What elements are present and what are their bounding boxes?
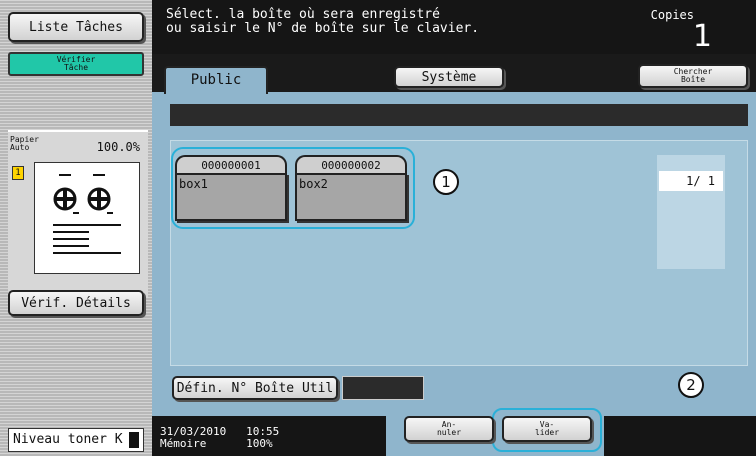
box-list: 000000001 box1 000000002 box2 1 1/ 1 xyxy=(170,140,748,366)
user-box-item[interactable]: 000000002 box2 xyxy=(295,155,407,221)
check-job-label-line2: Tâche xyxy=(63,63,89,72)
user-box-number-button[interactable]: Défin. N° Boîte Util xyxy=(172,376,338,400)
validate-label-line2: lider xyxy=(534,428,560,437)
toner-bar-icon xyxy=(129,432,139,448)
memory-status: Mémoire 100% xyxy=(160,437,273,450)
page-indicator: 1/ 1 xyxy=(657,155,725,269)
tab-public[interactable]: Public xyxy=(164,66,268,94)
box-number: 000000001 xyxy=(175,155,287,175)
box-name: box2 xyxy=(295,173,407,221)
validate-button[interactable]: Va- lider xyxy=(502,416,592,442)
user-box-item[interactable]: 000000001 box1 xyxy=(175,155,287,221)
box-path-bar xyxy=(170,104,748,126)
paper-label-line2: Auto xyxy=(10,143,30,152)
search-box-button[interactable]: Chercher Boîte xyxy=(638,64,748,88)
toner-level-indicator: Niveau toner K xyxy=(8,428,144,452)
box-number: 000000002 xyxy=(295,155,407,175)
page-badge: 1 xyxy=(12,166,24,180)
copies-count: 1 xyxy=(692,19,712,54)
action-buttons-panel: An- nuler Va- lider xyxy=(386,408,604,456)
message-header: Sélect. la boîte où sera enregistré ou s… xyxy=(152,0,756,54)
tab-system[interactable]: Système xyxy=(394,66,504,88)
zoom-value: 100.0% xyxy=(96,140,140,154)
paper-label: Papier Auto xyxy=(10,136,40,152)
tab-system-label: Système xyxy=(421,69,477,85)
instruction-line1: Sélect. la boîte où sera enregistré xyxy=(166,7,440,22)
box-selection-area: Public Système Chercher Boîte 000000001 … xyxy=(152,54,756,416)
user-box-number-label: Défin. N° Boîte Util xyxy=(176,380,334,396)
cancel-label-line2: nuler xyxy=(436,428,462,437)
user-box-number-field[interactable] xyxy=(342,376,424,400)
box-name: box1 xyxy=(175,173,287,221)
check-job-button[interactable]: Vérifier Tâche xyxy=(8,52,144,76)
document-preview-icon xyxy=(34,162,140,274)
document-preview-graphic xyxy=(53,174,121,254)
check-details-button[interactable]: Vérif. Détails xyxy=(8,290,144,316)
copier-screen: Liste Tâches Vérifier Tâche Papier Auto … xyxy=(0,0,756,456)
paper-info-panel: Papier Auto 100.0% 1 xyxy=(8,130,148,298)
instruction-line2: ou saisir le N° de boîte sur le clavier. xyxy=(166,21,480,36)
page-counter: 1/ 1 xyxy=(659,171,723,191)
left-panel: Liste Tâches Vérifier Tâche Papier Auto … xyxy=(0,0,152,456)
check-details-label: Vérif. Détails xyxy=(21,295,131,311)
toner-label: Niveau toner xyxy=(13,432,107,447)
tab-strip: Public Système Chercher Boîte xyxy=(152,54,756,94)
job-list-button[interactable]: Liste Tâches xyxy=(8,12,144,42)
copies-label: Copies xyxy=(650,8,694,22)
search-box-label-line2: Boîte xyxy=(680,75,706,84)
toner-color-letter: K xyxy=(114,432,123,447)
job-list-label: Liste Tâches xyxy=(29,19,123,35)
callout-number-2: 2 xyxy=(678,372,704,398)
callout-number-1: 1 xyxy=(433,169,459,195)
cancel-button[interactable]: An- nuler xyxy=(404,416,494,442)
